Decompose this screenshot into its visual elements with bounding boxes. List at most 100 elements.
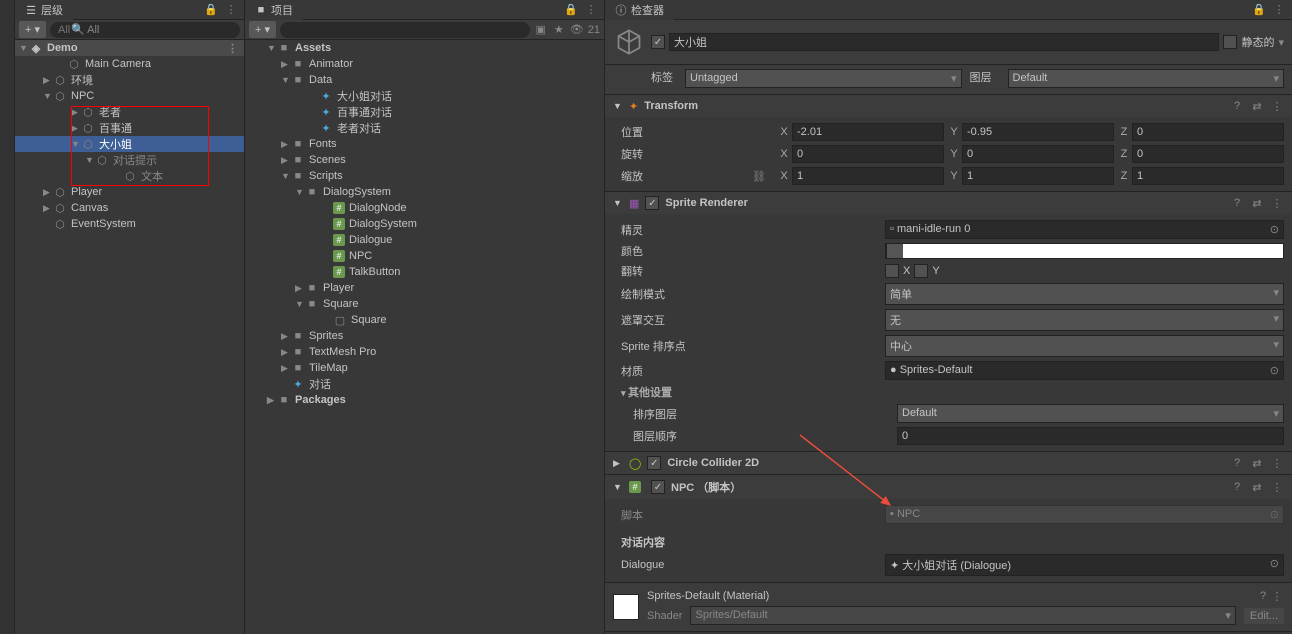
menu-icon[interactable]: ⋮ bbox=[1270, 196, 1284, 210]
edit-button[interactable]: Edit... bbox=[1244, 608, 1284, 624]
material-field[interactable]: ● Sprites-Default bbox=[885, 361, 1284, 380]
tag-dropdown[interactable]: Untagged bbox=[685, 69, 962, 88]
help-icon[interactable]: ? bbox=[1256, 589, 1270, 603]
position-x-input[interactable] bbox=[792, 123, 944, 141]
foldout-icon[interactable]: ▼ bbox=[85, 155, 95, 165]
scale-z-input[interactable] bbox=[1132, 167, 1284, 185]
color-field[interactable] bbox=[885, 243, 1284, 259]
foldout-icon[interactable]: ▼ bbox=[295, 299, 305, 309]
component-enable-checkbox[interactable] bbox=[645, 196, 659, 210]
foldout-icon[interactable]: ▶ bbox=[281, 59, 291, 70]
foldout-icon[interactable]: ▶ bbox=[613, 458, 623, 469]
project-item[interactable]: #DialogNode bbox=[245, 200, 604, 216]
project-item[interactable]: #Dialogue bbox=[245, 232, 604, 248]
hierarchy-item[interactable]: ▼大小姐 bbox=[15, 136, 244, 152]
npc-script-header[interactable]: ▼ # NPC （脚本） ? ⇄ ⋮ bbox=[605, 475, 1292, 499]
sprite-field[interactable]: ▫ mani-idle-run 0 bbox=[885, 220, 1284, 239]
foldout-icon[interactable]: ▶ bbox=[281, 331, 291, 342]
foldout-icon[interactable]: ▼ bbox=[19, 43, 29, 53]
project-item[interactable]: ▶■Player bbox=[245, 280, 604, 296]
project-item[interactable]: ▶■TextMesh Pro bbox=[245, 344, 604, 360]
create-button[interactable]: + ▾ bbox=[19, 21, 46, 38]
additional-settings-label[interactable]: 其他设置 bbox=[621, 382, 1284, 402]
scene-menu-icon[interactable]: ⋮ bbox=[227, 42, 238, 55]
menu-icon[interactable]: ⋮ bbox=[1270, 456, 1284, 470]
visibility-icon[interactable]: 👁 bbox=[570, 23, 584, 37]
filter-icon[interactable]: ▣ bbox=[534, 23, 548, 37]
foldout-icon[interactable]: ▼ bbox=[613, 482, 623, 492]
foldout-icon[interactable]: ▼ bbox=[267, 43, 277, 53]
menu-icon[interactable]: ⋮ bbox=[1270, 480, 1284, 494]
project-item[interactable]: #NPC bbox=[245, 248, 604, 264]
hierarchy-item[interactable]: ▶Canvas bbox=[15, 200, 244, 216]
project-item[interactable]: ▼■Square bbox=[245, 296, 604, 312]
create-button[interactable]: + ▾ bbox=[249, 21, 276, 38]
flip-y-checkbox[interactable] bbox=[914, 264, 928, 278]
project-item[interactable]: ▼■DialogSystem bbox=[245, 184, 604, 200]
foldout-icon[interactable]: ▶ bbox=[281, 347, 291, 358]
preset-icon[interactable]: ⇄ bbox=[1250, 196, 1264, 210]
hierarchy-item[interactable]: ▶环境 bbox=[15, 72, 244, 88]
shader-dropdown[interactable]: Sprites/Default bbox=[690, 606, 1235, 625]
menu-icon[interactable]: ⋮ bbox=[1270, 589, 1284, 603]
project-item[interactable]: ✦百事通对话 bbox=[245, 104, 604, 120]
foldout-icon[interactable]: ▶ bbox=[281, 139, 291, 150]
foldout-icon[interactable]: ▼ bbox=[613, 198, 623, 208]
transform-header[interactable]: ▼ ✦ Transform ? ⇄ ⋮ bbox=[605, 95, 1292, 117]
active-checkbox[interactable] bbox=[651, 35, 665, 49]
foldout-icon[interactable]: ▼ bbox=[281, 75, 291, 85]
foldout-icon[interactable]: ▶ bbox=[71, 107, 81, 118]
gameobject-name-input[interactable] bbox=[669, 33, 1219, 51]
menu-icon[interactable]: ⋮ bbox=[1272, 3, 1286, 17]
preset-icon[interactable]: ⇄ bbox=[1250, 99, 1264, 113]
link-icon[interactable]: ⛓ bbox=[752, 170, 766, 183]
project-item[interactable]: ✦大小姐对话 bbox=[245, 88, 604, 104]
sprite-renderer-header[interactable]: ▼ ▦ Sprite Renderer ? ⇄ ⋮ bbox=[605, 192, 1292, 214]
foldout-icon[interactable]: ▼ bbox=[281, 171, 291, 181]
menu-icon[interactable]: ⋮ bbox=[224, 3, 238, 17]
help-icon[interactable]: ? bbox=[1230, 456, 1244, 470]
scale-y-input[interactable] bbox=[962, 167, 1114, 185]
static-dropdown-icon[interactable]: ▾ bbox=[1278, 36, 1284, 49]
position-y-input[interactable] bbox=[962, 123, 1114, 141]
lock-icon[interactable]: 🔒 bbox=[204, 3, 218, 17]
scale-x-input[interactable] bbox=[792, 167, 944, 185]
hierarchy-tab[interactable]: ☰ 层级 bbox=[15, 0, 73, 21]
foldout-icon[interactable]: ▶ bbox=[267, 395, 277, 406]
static-checkbox[interactable] bbox=[1223, 35, 1237, 49]
foldout-icon[interactable]: ▼ bbox=[43, 91, 53, 101]
rotation-y-input[interactable] bbox=[962, 145, 1114, 163]
lock-icon[interactable]: 🔒 bbox=[1252, 3, 1266, 17]
project-item[interactable]: ✦对话 bbox=[245, 376, 604, 392]
scene-root[interactable]: ▼ ◈ Demo ⋮ bbox=[15, 40, 244, 56]
order-in-layer-input[interactable] bbox=[897, 427, 1284, 445]
inspector-tab[interactable]: ⓘ 检查器 bbox=[605, 0, 674, 21]
layer-dropdown[interactable]: Default bbox=[1008, 69, 1285, 88]
hierarchy-item[interactable]: ▶百事通 bbox=[15, 120, 244, 136]
hierarchy-search-input[interactable] bbox=[50, 22, 240, 38]
project-item[interactable]: ▶■Sprites bbox=[245, 328, 604, 344]
project-item[interactable]: ▢Square bbox=[245, 312, 604, 328]
project-search-input[interactable] bbox=[280, 22, 530, 38]
menu-icon[interactable]: ⋮ bbox=[1270, 99, 1284, 113]
position-z-input[interactable] bbox=[1132, 123, 1284, 141]
foldout-icon[interactable]: ▼ bbox=[71, 139, 81, 149]
project-item[interactable]: ▶■Packages bbox=[245, 392, 604, 408]
favorite-icon[interactable]: ★ bbox=[552, 23, 566, 37]
draw-mode-dropdown[interactable]: 简单 bbox=[885, 283, 1284, 305]
flip-x-checkbox[interactable] bbox=[885, 264, 899, 278]
foldout-icon[interactable]: ▶ bbox=[43, 203, 53, 214]
foldout-icon[interactable]: ▶ bbox=[43, 187, 53, 198]
menu-icon[interactable]: ⋮ bbox=[584, 3, 598, 17]
component-enable-checkbox[interactable] bbox=[647, 456, 661, 470]
foldout-icon[interactable]: ▶ bbox=[295, 283, 305, 294]
help-icon[interactable]: ? bbox=[1230, 480, 1244, 494]
foldout-icon[interactable]: ▼ bbox=[295, 187, 305, 197]
preset-icon[interactable]: ⇄ bbox=[1250, 456, 1264, 470]
sort-point-dropdown[interactable]: 中心 bbox=[885, 335, 1284, 357]
project-item[interactable]: ▶■Fonts bbox=[245, 136, 604, 152]
hierarchy-item[interactable]: Main Camera bbox=[15, 56, 244, 72]
project-item[interactable]: ✦老者对话 bbox=[245, 120, 604, 136]
project-item[interactable]: ▼■Assets bbox=[245, 40, 604, 56]
rotation-z-input[interactable] bbox=[1132, 145, 1284, 163]
